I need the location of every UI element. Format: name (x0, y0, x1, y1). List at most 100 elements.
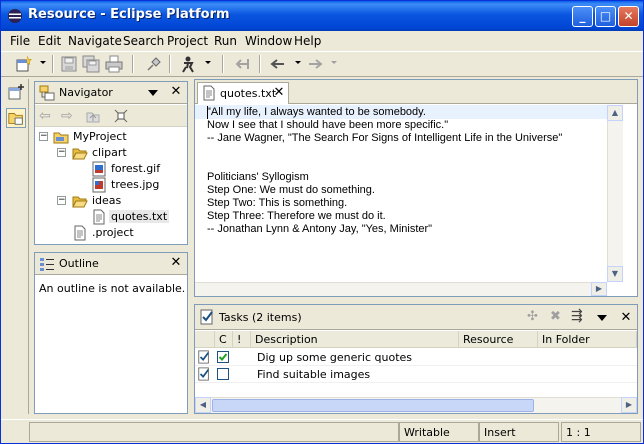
editor-line: Step Two: This is something. (207, 197, 348, 209)
task-completed-checkbox[interactable] (217, 351, 229, 363)
open-perspective-icon[interactable] (6, 82, 26, 102)
close-outline-icon[interactable]: ✕ (169, 256, 183, 270)
text-file-icon (203, 85, 215, 101)
navigator-header: Navigator ✕ (35, 82, 187, 104)
tasks-view: Tasks (2 items) ✣ ✖ ⇶ ✕ C ! Description … (194, 304, 638, 414)
close-tab-icon[interactable]: ✕ (272, 86, 286, 100)
column-header-resource[interactable]: Resource (459, 331, 538, 348)
open-folder-icon (72, 196, 88, 208)
outline-message: An outline is not available. (39, 282, 186, 295)
run-dropdown-icon[interactable] (205, 61, 211, 64)
editor-vertical-scrollbar[interactable]: ▲ ▼ (607, 105, 623, 282)
column-header-in-folder[interactable]: In Folder (538, 331, 637, 348)
resource-perspective-icon[interactable] (6, 108, 26, 128)
menu-search[interactable]: Search (123, 34, 164, 48)
task-icon (198, 350, 210, 364)
close-window-button[interactable]: ✕ (618, 6, 639, 27)
tree-item-ideas[interactable]: − ideas (35, 193, 187, 209)
tree-item-clipart[interactable]: − clipart (35, 145, 187, 161)
collapse-all-icon[interactable] (113, 108, 129, 124)
project-folder-icon (53, 132, 69, 144)
save-icon[interactable] (60, 55, 78, 73)
scroll-right-arrow-icon[interactable]: ▶ (591, 282, 607, 296)
tasks-horizontal-scrollbar[interactable]: ◀ ▶ (195, 397, 637, 413)
menu-window[interactable]: Window (245, 34, 292, 48)
menu-edit[interactable]: Edit (38, 34, 61, 48)
pin-icon[interactable] (145, 55, 163, 73)
nav-forward-icon[interactable]: ⇨ (61, 108, 73, 124)
tree-item-quotes-txt[interactable]: quotes.txt (35, 209, 187, 225)
scroll-left-arrow-icon[interactable]: ◀ (195, 397, 211, 413)
editor-line: -- Jane Wagner, "The Search For Signs of… (207, 132, 563, 144)
editor-horizontal-scrollbar[interactable]: ▶ (195, 282, 607, 296)
collapse-toggle-icon[interactable]: − (39, 132, 48, 141)
scroll-right-arrow-icon[interactable]: ▶ (621, 397, 637, 413)
table-row[interactable]: Find suitable images (195, 366, 637, 383)
delete-task-icon[interactable]: ✖ (550, 309, 561, 324)
menu-project[interactable]: Project (167, 34, 208, 48)
new-wizard-icon[interactable] (15, 55, 33, 73)
collapse-toggle-icon[interactable]: − (57, 148, 66, 157)
tab-quotes-txt[interactable]: quotes.txt ✕ (197, 82, 289, 104)
column-header-icon[interactable] (195, 331, 215, 348)
new-dropdown-icon[interactable] (40, 61, 46, 64)
table-row-empty (195, 383, 637, 395)
tasks-table-header: C ! Description Resource In Folder (195, 331, 637, 348)
task-icon (198, 367, 210, 381)
close-tasks-icon[interactable]: ✕ (619, 311, 633, 325)
maximize-button[interactable]: □ (595, 6, 616, 27)
table-row[interactable]: Dig up some generic quotes (195, 349, 637, 366)
collapse-toggle-icon[interactable]: − (57, 196, 66, 205)
editor-tabs: quotes.txt ✕ (195, 80, 637, 104)
tree-item-forest-gif[interactable]: forest.gif (35, 161, 187, 177)
close-navigator-icon[interactable]: ✕ (169, 85, 183, 99)
nav-up-icon[interactable] (85, 108, 101, 124)
column-header-description[interactable]: Description (251, 331, 459, 348)
forward-dropdown-icon[interactable] (331, 61, 337, 64)
editor-line: Step Three: Therefore we must do it. (207, 210, 386, 222)
menu-help[interactable]: Help (294, 34, 321, 48)
text-editor: quotes.txt ✕ "All my life, I always want… (194, 79, 638, 297)
tree-item-myproject[interactable]: − MyProject (35, 129, 187, 145)
title-bar[interactable]: Resource - Eclipse Platform _ □ ✕ (1, 1, 643, 31)
task-completed-checkbox[interactable] (217, 368, 229, 380)
main-toolbar (1, 51, 643, 77)
column-header-priority[interactable]: ! (233, 331, 251, 348)
forward-arrow-icon[interactable] (306, 55, 324, 73)
scroll-down-arrow-icon[interactable]: ▼ (607, 266, 623, 282)
run-icon[interactable] (179, 55, 197, 73)
tree-item-label: trees.jpg (111, 178, 160, 191)
editor-line: "All my life, I always wanted to be some… (207, 106, 426, 118)
minimize-button[interactable]: _ (572, 6, 593, 27)
editor-text-area[interactable]: "All my life, I always wanted to be some… (195, 105, 607, 282)
status-bar: Writable Insert 1 : 1 (1, 419, 643, 443)
image-file-icon (92, 177, 106, 193)
tree-item-project-file[interactable]: .project (35, 225, 187, 241)
view-menu-icon[interactable] (597, 315, 607, 321)
print-icon[interactable] (105, 55, 123, 73)
tree-item-trees-jpg[interactable]: trees.jpg (35, 177, 187, 193)
editor-line: Now I see that I should have been more s… (207, 119, 449, 131)
view-menu-icon[interactable] (148, 90, 158, 96)
menu-file[interactable]: File (10, 34, 30, 48)
toolbar-separator (52, 55, 54, 73)
menu-navigate[interactable]: Navigate (68, 34, 122, 48)
scroll-thumb[interactable] (212, 399, 534, 412)
back-arrow-icon[interactable] (269, 55, 287, 73)
add-task-icon[interactable]: ✣ (527, 309, 538, 324)
back-dropdown-icon[interactable] (295, 61, 301, 64)
editor-tab-label: quotes.txt (220, 87, 277, 100)
status-insert-mode: Insert (479, 422, 559, 442)
nav-back-icon[interactable]: ⇦ (39, 108, 51, 124)
toolbar-separator (132, 55, 134, 73)
perspective-shortcut-bar (3, 79, 29, 414)
column-header-completed[interactable]: C (215, 331, 233, 348)
toolbar-separator (169, 55, 171, 73)
filter-tasks-icon[interactable]: ⇶ (571, 308, 583, 324)
scroll-up-arrow-icon[interactable]: ▲ (607, 105, 623, 121)
task-description: Find suitable images (257, 368, 371, 381)
menu-run[interactable]: Run (214, 34, 237, 48)
tree-item-label: clipart (92, 146, 127, 159)
last-edit-location-icon[interactable] (233, 55, 251, 73)
save-all-icon[interactable] (82, 55, 100, 73)
